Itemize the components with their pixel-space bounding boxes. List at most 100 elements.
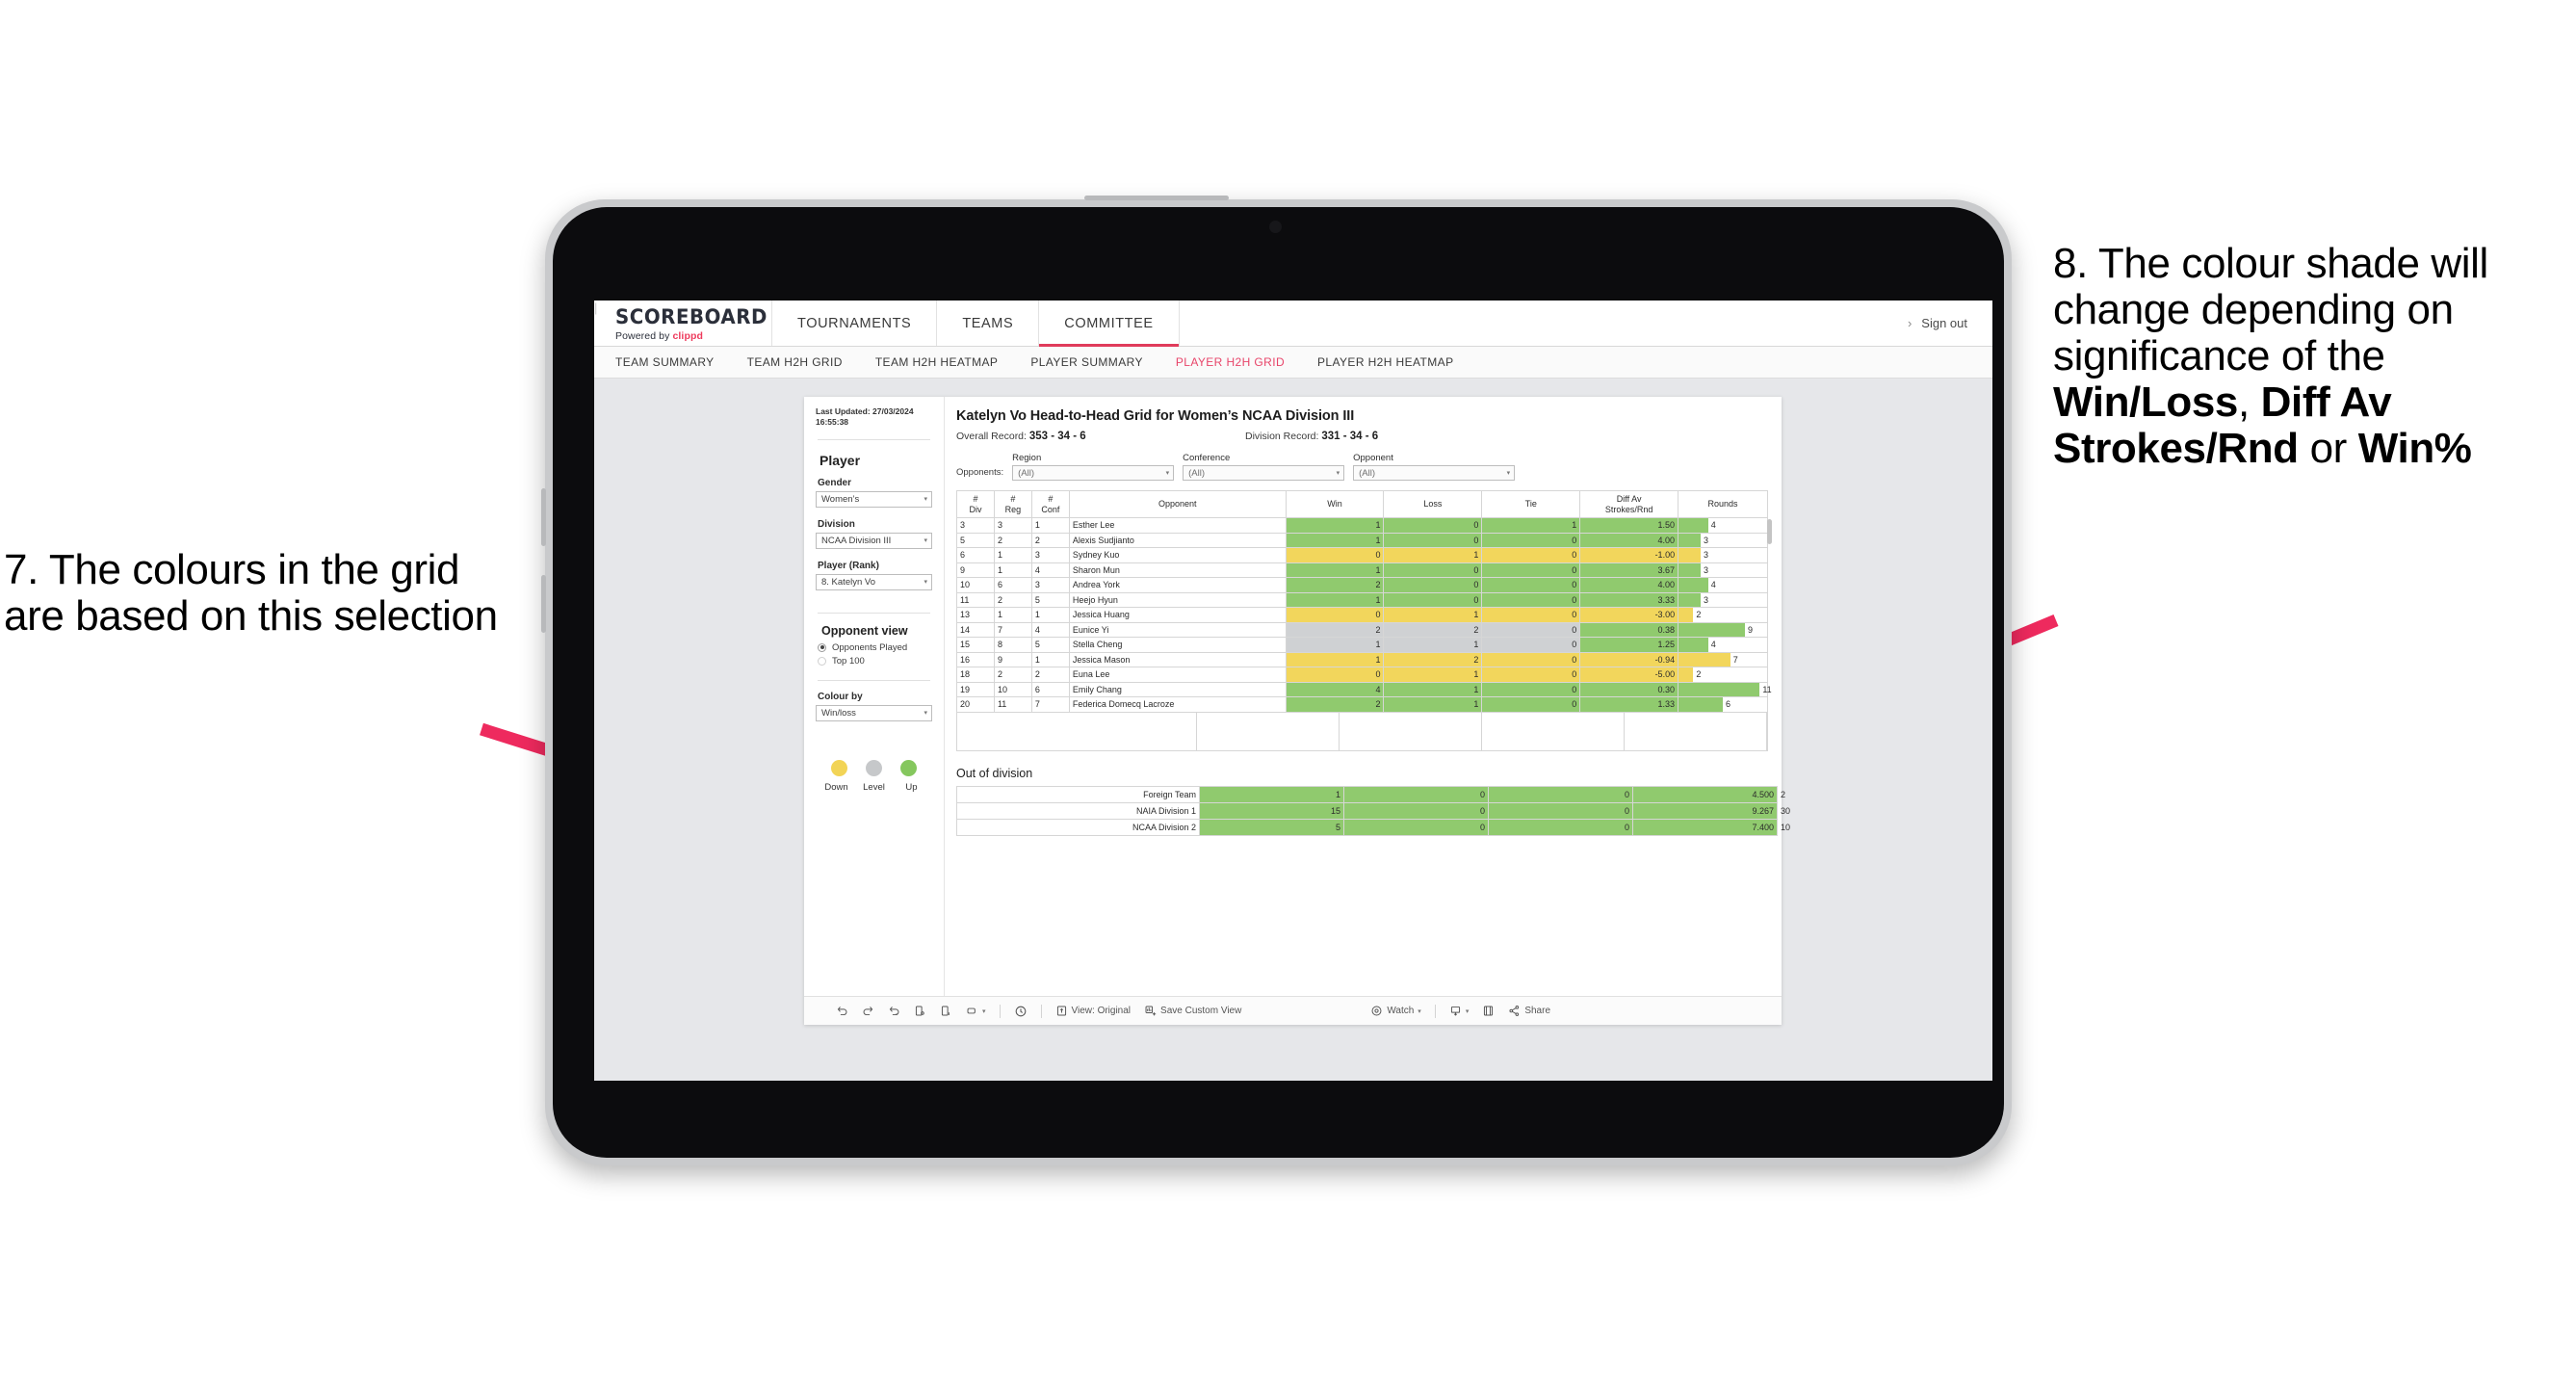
subnav-item-team-h2h-heatmap[interactable]: TEAM H2H HEATMAP	[875, 355, 999, 369]
rounds-bar-cell: 11	[1678, 682, 1772, 696]
cell-loss: 1	[1383, 547, 1483, 563]
cell-ood-win: 5	[1199, 818, 1344, 836]
col-header-opponent[interactable]: Opponent	[1068, 490, 1287, 518]
cell-loss: 2	[1383, 621, 1483, 638]
volume-button-down	[541, 575, 546, 633]
table-row[interactable]: Foreign Team 1 0 0 4.500 2	[956, 785, 1785, 803]
legend-dot-down	[830, 759, 847, 776]
topnav-item-tournaments[interactable]: TOURNAMENTS	[772, 301, 938, 346]
subnav-item-team-summary[interactable]: TEAM SUMMARY	[615, 355, 715, 369]
rounds-value: 3	[1704, 550, 1709, 561]
region-select[interactable]: (All) ▾	[1012, 465, 1175, 481]
subnav-item-player-h2h-grid[interactable]: PLAYER H2H GRID	[1176, 355, 1285, 369]
col-header-tie[interactable]: Tie	[1481, 490, 1581, 518]
grid-blank-left	[957, 712, 1197, 750]
view-original-button[interactable]: View: Original	[1049, 1005, 1138, 1017]
colour-by-select[interactable]: Win/loss ▾	[816, 704, 932, 721]
cell-rounds: 3	[1678, 562, 1768, 578]
radio-top-100[interactable]: Top 100	[818, 656, 932, 667]
topnav-item-committee[interactable]: COMMITTEE	[1039, 301, 1180, 347]
col-header-win[interactable]: Win	[1285, 490, 1385, 518]
cell-loss: 1	[1383, 696, 1483, 713]
table-row[interactable]: NAIA Division 1 15 0 0 9.267 30	[956, 801, 1790, 820]
filter-group-gender: Gender Women’s ▾	[816, 478, 932, 508]
chevron-right-icon[interactable]: ›	[1908, 316, 1912, 330]
table-row[interactable]: 16 9 1 Jessica Mason 1 2 0 -0.94 7	[956, 651, 1768, 667]
cell-diff: 3.67	[1579, 562, 1679, 578]
division-select[interactable]: NCAA Division III ▾	[816, 532, 932, 549]
player-rank-select[interactable]: 8. Katelyn Vo ▾	[816, 573, 932, 590]
table-row[interactable]: NCAA Division 2 5 0 0 7.400 10	[956, 818, 1790, 836]
cell-tie: 0	[1481, 591, 1581, 608]
cell-tie: 0	[1481, 696, 1581, 713]
topnav-item-teams[interactable]: TEAMS	[937, 301, 1040, 346]
table-row[interactable]: 14 7 4 Eunice Yi 2 2 0 0.38 9	[956, 621, 1768, 638]
refresh-button[interactable]	[907, 1005, 933, 1017]
col-header-conf[interactable]: # Conf	[1030, 490, 1070, 518]
gender-select[interactable]: Women’s ▾	[816, 490, 932, 508]
cell-rounds: 3	[1678, 532, 1768, 548]
rounds-bar	[1678, 533, 1702, 547]
cell-tie: 0	[1481, 637, 1581, 653]
grid-header-row: # Div # Reg # Conf Opponent Win Loss Tie Di…	[956, 490, 1768, 518]
subnav-item-player-summary[interactable]: PLAYER SUMMARY	[1030, 355, 1143, 369]
cell-opponent: Emily Chang	[1068, 681, 1287, 697]
sign-out-link[interactable]: Sign out	[1921, 316, 1967, 330]
opponent-select[interactable]: (All) ▾	[1353, 465, 1516, 481]
cell-conf: 7	[1030, 696, 1070, 713]
table-row[interactable]: 11 2 5 Heejo Hyun 1 0 0 3.33 3	[956, 591, 1768, 608]
brand-title: SCOREBOARD	[615, 304, 768, 328]
brand-logo[interactable]: SCOREBOARD Powered by clippd	[594, 301, 772, 346]
revert-button[interactable]	[881, 1005, 907, 1017]
grid-blank-win	[1197, 712, 1340, 750]
annotation-right-prefix: 8. The colour shade will change dependin…	[2053, 240, 2488, 379]
out-of-division-title: Out of division	[956, 766, 1033, 780]
conference-select[interactable]: (All) ▾	[1183, 465, 1345, 481]
cell-diff: 1.25	[1579, 637, 1679, 653]
table-row[interactable]: 19 10 6 Emily Chang 4 1 0 0.30 11	[956, 681, 1772, 697]
subnav-item-team-h2h-grid[interactable]: TEAM H2H GRID	[747, 355, 843, 369]
cell-rounds: 4	[1678, 637, 1768, 653]
fullscreen-button[interactable]	[1475, 1005, 1501, 1017]
top-navigation: SCOREBOARD Powered by clippd TOURNAMENTS…	[594, 301, 1992, 347]
col-header-reg[interactable]: # Reg	[993, 490, 1032, 518]
col-header-diff[interactable]: Diff Av Strokes/Rnd	[1579, 490, 1679, 518]
cell-reg: 8	[993, 637, 1032, 653]
subnav-item-player-h2h-heatmap[interactable]: PLAYER H2H HEATMAP	[1317, 355, 1453, 369]
save-custom-view-button[interactable]: Save Custom View	[1137, 1005, 1248, 1017]
grid-scrollbar[interactable]	[1767, 519, 1772, 544]
table-row[interactable]: 3 3 1 Esther Lee 1 0 1 1.50 4	[956, 517, 1768, 534]
dashboard-card: Last Updated: 27/03/2024 16:55:38 Player…	[804, 397, 1790, 1025]
table-row[interactable]: 9 1 4 Sharon Mun 1 0 0 3.67 3	[956, 562, 1768, 578]
cell-win: 1	[1285, 637, 1385, 653]
zoom-select-button[interactable]: ▾	[959, 1005, 993, 1017]
cell-ood-win: 1	[1199, 785, 1344, 803]
cell-diff: 4.00	[1579, 532, 1679, 548]
share-button[interactable]: Share	[1501, 1005, 1557, 1017]
table-row[interactable]: 5 2 2 Alexis Sudjianto 1 0 0 4.00 3	[956, 532, 1768, 548]
table-row[interactable]: 10 6 3 Andrea York 2 0 0 4.00 4	[956, 577, 1768, 593]
rounds-bar-cell: 6	[1678, 697, 1767, 712]
chevron-down-icon: ▾	[924, 579, 927, 587]
watch-button[interactable]: Watch ▾	[1364, 1005, 1427, 1017]
filter-opponent: Opponent (All) ▾	[1353, 453, 1516, 481]
table-row[interactable]: 15 8 5 Stella Cheng 1 1 0 1.25 4	[956, 637, 1768, 653]
radio-opponents-played[interactable]: Opponents Played	[818, 642, 932, 653]
division-record-value: 331 - 34 - 6	[1321, 431, 1379, 442]
col-win-l1: Win	[1327, 499, 1342, 510]
table-row[interactable]: 13 1 1 Jessica Huang 0 1 0 -3.00 2	[956, 607, 1768, 623]
cell-opponent: Alexis Sudjianto	[1068, 532, 1287, 548]
table-row[interactable]: 6 1 3 Sydney Kuo 0 1 0 -1.00 3	[956, 547, 1768, 563]
divider: |	[594, 301, 598, 315]
col-header-loss[interactable]: Loss	[1383, 490, 1483, 518]
division-value: NCAA Division III	[821, 535, 892, 546]
undo-button[interactable]	[829, 1005, 855, 1017]
col-header-div[interactable]: # Div	[956, 490, 995, 518]
download-button[interactable]: ▾	[1443, 1005, 1476, 1017]
col-header-rounds[interactable]: Rounds	[1678, 490, 1768, 518]
redo-button[interactable]	[855, 1005, 881, 1017]
pause-auto-update-button[interactable]	[1007, 1005, 1034, 1018]
pause-button[interactable]	[933, 1005, 959, 1017]
table-row[interactable]: 20 11 7 Federica Domecq Lacroze 2 1 0 1.33 6	[956, 696, 1768, 713]
table-row[interactable]: 18 2 2 Euna Lee 0 1 0 -5.00 2	[956, 667, 1768, 683]
